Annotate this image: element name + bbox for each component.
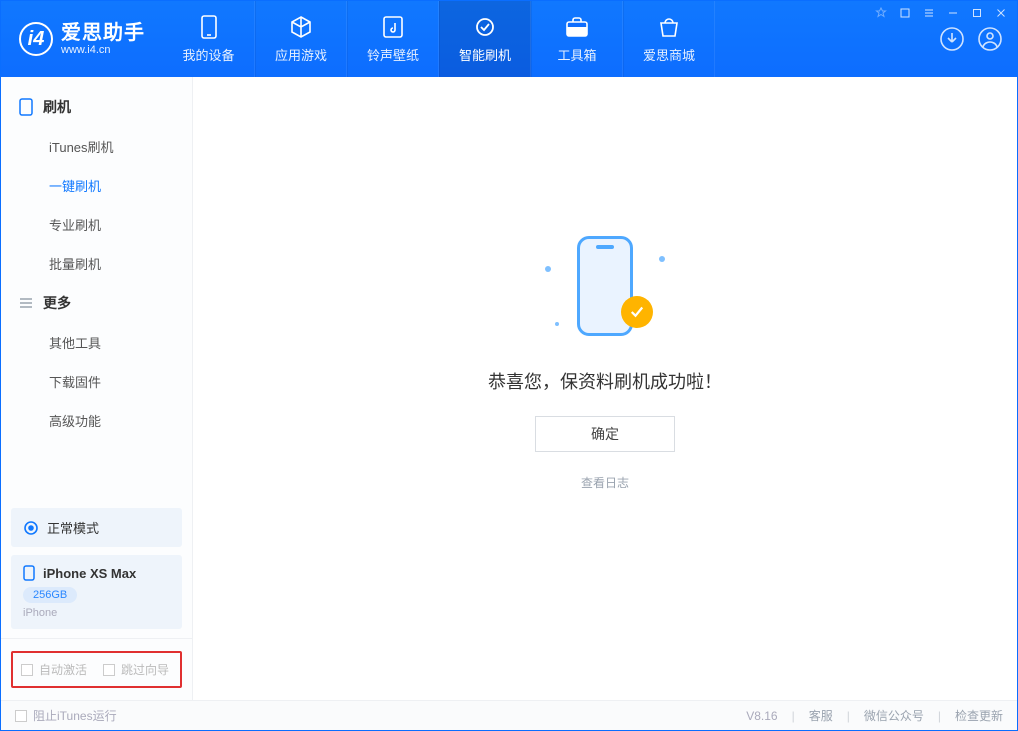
- device-type: iPhone: [23, 607, 170, 619]
- success-illustration: [545, 226, 665, 346]
- check-badge-icon: [621, 296, 653, 328]
- sidebar: 刷机 iTunes刷机 一键刷机 专业刷机 批量刷机 更多 其他工具 下载固件 …: [1, 77, 193, 700]
- toolbox-icon: [565, 15, 589, 39]
- flash-icon: [473, 15, 497, 39]
- app-title: 爱思助手: [61, 22, 145, 44]
- sidebar-section-more: 更多: [1, 283, 192, 323]
- check-update-link[interactable]: 检查更新: [955, 707, 1003, 724]
- music-icon: [382, 15, 404, 39]
- window-buttons: [875, 7, 1007, 19]
- app-window: i4 爱思助手 www.i4.cn 我的设备 应用游戏 铃声壁纸 智能刷机 工具…: [0, 0, 1018, 731]
- ok-button[interactable]: 确定: [535, 416, 675, 452]
- menu-icon[interactable]: [923, 7, 935, 19]
- device-icon: [200, 15, 218, 39]
- sidebar-section-flash: 刷机: [1, 87, 192, 127]
- sidebar-item-batch-flash[interactable]: 批量刷机: [1, 244, 192, 283]
- top-tabs: 我的设备 应用游戏 铃声壁纸 智能刷机 工具箱 爱思商城: [163, 1, 715, 77]
- version-label: V8.16: [746, 709, 777, 723]
- logo: i4 爱思助手 www.i4.cn: [1, 1, 163, 77]
- checkbox-block-itunes[interactable]: 阻止iTunes运行: [15, 707, 117, 724]
- tab-store[interactable]: 爱思商城: [623, 1, 715, 77]
- success-area: 恭喜您，保资料刷机成功啦！ 确定 查看日志: [488, 226, 722, 491]
- checkbox-icon: [103, 664, 115, 676]
- checkbox-auto-activate[interactable]: 自动激活: [21, 661, 87, 678]
- skin-icon[interactable]: [899, 7, 911, 19]
- list-icon: [19, 296, 33, 310]
- view-log-link[interactable]: 查看日志: [581, 474, 629, 491]
- tab-ringtones[interactable]: 铃声壁纸: [347, 1, 439, 77]
- status-bar: 阻止iTunes运行 V8.16 | 客服 | 微信公众号 | 检查更新: [1, 700, 1017, 730]
- minimize-icon[interactable]: [947, 7, 959, 19]
- maximize-icon[interactable]: [971, 7, 983, 19]
- store-icon: [657, 15, 681, 39]
- wechat-link[interactable]: 微信公众号: [864, 707, 924, 724]
- close-icon[interactable]: [995, 7, 1007, 19]
- device-capacity: 256GB: [23, 587, 77, 603]
- checkbox-skip-guide[interactable]: 跳过向导: [103, 661, 169, 678]
- sidebar-item-other-tools[interactable]: 其他工具: [1, 323, 192, 362]
- bottom-options-highlight: 自动激活 跳过向导: [11, 651, 182, 688]
- body: 刷机 iTunes刷机 一键刷机 专业刷机 批量刷机 更多 其他工具 下载固件 …: [1, 77, 1017, 700]
- sidebar-item-oneclick-flash[interactable]: 一键刷机: [1, 166, 192, 205]
- feedback-icon[interactable]: [875, 7, 887, 19]
- device-name: iPhone XS Max: [43, 566, 136, 581]
- phone-small-icon: [23, 565, 35, 581]
- device-info-box[interactable]: iPhone XS Max 256GB iPhone: [11, 555, 182, 629]
- tab-my-device[interactable]: 我的设备: [163, 1, 255, 77]
- main-panel: 恭喜您，保资料刷机成功啦！ 确定 查看日志: [193, 77, 1017, 700]
- sidebar-item-advanced[interactable]: 高级功能: [1, 401, 192, 440]
- device-mode-label: 正常模式: [47, 518, 99, 537]
- tab-flash[interactable]: 智能刷机: [439, 1, 531, 77]
- phone-icon: [19, 98, 33, 116]
- checkbox-icon: [15, 710, 27, 722]
- tab-apps[interactable]: 应用游戏: [255, 1, 347, 77]
- sidebar-item-itunes-flash[interactable]: iTunes刷机: [1, 127, 192, 166]
- logo-icon: i4: [19, 22, 53, 56]
- sidebar-item-download-firmware[interactable]: 下载固件: [1, 362, 192, 401]
- tab-toolbox[interactable]: 工具箱: [531, 1, 623, 77]
- apps-icon: [289, 15, 313, 39]
- sidebar-item-pro-flash[interactable]: 专业刷机: [1, 205, 192, 244]
- header: i4 爱思助手 www.i4.cn 我的设备 应用游戏 铃声壁纸 智能刷机 工具…: [1, 1, 1017, 77]
- success-message: 恭喜您，保资料刷机成功啦！: [488, 368, 722, 394]
- mode-icon: [23, 520, 39, 536]
- checkbox-icon: [21, 664, 33, 676]
- app-url: www.i4.cn: [61, 44, 145, 56]
- support-link[interactable]: 客服: [809, 707, 833, 724]
- device-mode-box[interactable]: 正常模式: [11, 508, 182, 547]
